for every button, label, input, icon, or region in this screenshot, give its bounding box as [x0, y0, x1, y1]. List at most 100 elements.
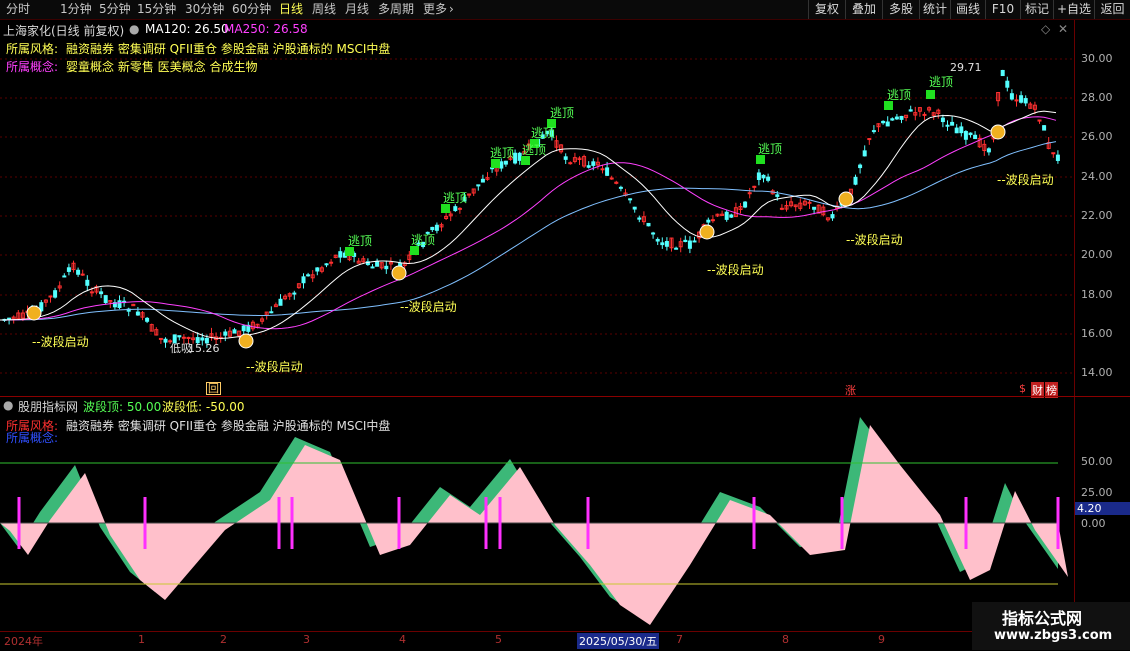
candle-body [986, 148, 991, 153]
candle-body [959, 126, 964, 134]
period-5min[interactable]: 5分钟 [99, 2, 131, 17]
candle-body [950, 121, 955, 126]
chevron-right-icon[interactable]: › [449, 2, 454, 17]
sub-concept-label: 所属概念: [6, 431, 59, 445]
candle-body [434, 224, 439, 231]
date-label: 9 [878, 633, 885, 646]
candle-body [80, 273, 85, 276]
multi-stock-button[interactable]: 多股 [882, 0, 919, 19]
candle-body [158, 337, 163, 340]
event-tag-hui[interactable]: 回 [206, 382, 221, 395]
period-30min[interactable]: 30分钟 [185, 2, 224, 17]
candle-body [223, 331, 228, 336]
date-label: 2024年 [4, 635, 43, 648]
candlestick-chart [0, 58, 1074, 374]
price-chart-panel[interactable]: 上海家化(日线 前复权) ● MA120: 26.50 MA250: 26.58… [0, 20, 1074, 398]
candle-body [1055, 154, 1060, 161]
price-tick: 22.00 [1081, 209, 1113, 222]
price-tick: 28.00 [1081, 91, 1113, 104]
price-tick: 18.00 [1081, 288, 1113, 301]
candle-body [241, 325, 246, 332]
candle-body [370, 266, 375, 269]
candle-body [706, 219, 711, 223]
wave-start-label: --波段启动 [846, 233, 903, 247]
candle-body [513, 152, 518, 164]
period-15min[interactable]: 15分钟 [137, 2, 176, 17]
candle-body [48, 295, 53, 298]
diamond-icon[interactable]: ◇ [1041, 22, 1050, 36]
escape-top-label: 逃顶 [411, 233, 436, 247]
chevron-down-icon[interactable]: ● [3, 398, 13, 412]
period-1min[interactable]: 1分钟 [60, 2, 92, 17]
period-60min[interactable]: 60分钟 [232, 2, 271, 17]
candle-body [375, 260, 380, 267]
candle-body [632, 206, 637, 210]
candle-body [568, 162, 573, 165]
candle-body [62, 275, 67, 278]
concept-label: 所属概念: [6, 60, 59, 74]
candle-body [628, 198, 633, 201]
period-more[interactable]: 更多 [423, 2, 447, 17]
draw-button[interactable]: 画线 [950, 0, 985, 19]
candle-body [908, 109, 913, 112]
wave-start-marker [391, 265, 407, 281]
candle-body [973, 134, 978, 140]
chevron-down-icon[interactable]: ● [129, 22, 139, 36]
candle-body [117, 300, 122, 308]
candle-body [775, 194, 780, 197]
period-monthly[interactable]: 月线 [345, 2, 369, 17]
price-tick: 14.00 [1081, 366, 1113, 379]
period-fenshi[interactable]: 分时 [6, 2, 30, 17]
price-tick: 24.00 [1081, 170, 1113, 183]
candle-body [145, 317, 150, 322]
escape-top-marker [926, 90, 935, 99]
sub-style-value: 融资融券 密集调研 QFII重仓 参股金融 沪股通标的 MSCI中盘 [66, 419, 391, 433]
price-tick: 26.00 [1081, 130, 1113, 143]
candle-body [807, 201, 812, 204]
add-watchlist-button[interactable]: +自选 [1053, 0, 1094, 19]
stock-title: 上海家化(日线 前复权) [3, 24, 125, 38]
wave-start-marker [699, 224, 715, 240]
candle-body [430, 226, 435, 231]
candle-body [66, 267, 71, 272]
candle-body [181, 336, 186, 339]
candle-body [862, 150, 867, 157]
indicator-tick: 25.00 [1081, 486, 1113, 499]
date-axis[interactable]: 2024年 1 2 3 4 5 2025/05/30/五 7 8 9 [0, 631, 1074, 651]
band-low-value: 波段低: -50.00 [162, 400, 245, 414]
candle-body [683, 239, 688, 243]
candle-body [315, 267, 320, 272]
indicator-panel[interactable]: ● 股朋指标网 波段顶: 50.00 波段低: -50.00 所属风格: 融资融… [0, 397, 1074, 631]
close-icon[interactable]: ✕ [1058, 22, 1068, 36]
period-daily[interactable]: 日线 [279, 2, 303, 17]
fuquan-button[interactable]: 复权 [808, 0, 845, 19]
price-tick: 16.00 [1081, 327, 1113, 340]
overlay-button[interactable]: 叠加 [845, 0, 882, 19]
candle-body [200, 337, 205, 341]
candle-body [637, 217, 642, 220]
candle-body [103, 295, 108, 304]
ma120-label: MA120: 26.50 [145, 22, 229, 36]
mark-button[interactable]: 标记 [1020, 0, 1053, 19]
period-weekly[interactable]: 周线 [312, 2, 336, 17]
indicator-tick: 50.00 [1081, 455, 1113, 468]
ma250-label: MA250: 26.58 [224, 22, 308, 36]
period-multi[interactable]: 多周期 [378, 2, 414, 17]
dollar-icon[interactable]: $ [1019, 382, 1026, 395]
candle-body [664, 241, 669, 247]
stats-button[interactable]: 统计 [919, 0, 950, 19]
candle-body [609, 177, 614, 180]
candle-body [743, 201, 748, 208]
f10-button[interactable]: F10 [985, 0, 1020, 19]
candle-body [301, 276, 306, 284]
candle-body [687, 240, 692, 249]
escape-top-label: 逃顶 [522, 143, 547, 157]
escape-top-label: 逃顶 [490, 146, 515, 160]
wave-start-label: --波段启动 [32, 335, 89, 349]
candle-body [517, 152, 522, 161]
escape-top-label: 逃顶 [550, 106, 575, 120]
indicator-tick: 0.00 [1081, 517, 1106, 530]
price-axis: 30.00 28.00 26.00 24.00 22.00 20.00 18.0… [1074, 20, 1130, 396]
candle-body [646, 222, 651, 227]
back-button[interactable]: 返回 [1094, 0, 1130, 19]
